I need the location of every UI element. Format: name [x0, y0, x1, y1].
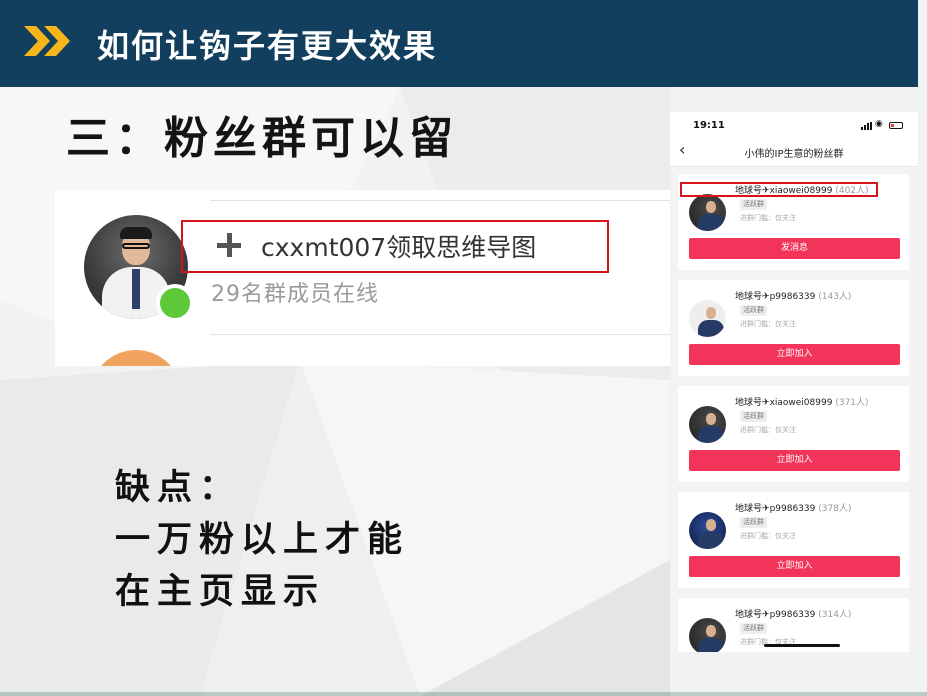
status-badge: 活跃群 — [740, 411, 767, 422]
online-members-text: 29名群成员在线 — [211, 282, 379, 307]
join-button[interactable]: 立即加入 — [689, 450, 900, 471]
status-badge: 活跃群 — [740, 623, 767, 634]
group-meta: 进群门槛：仅关注 — [740, 426, 796, 434]
avatar — [689, 406, 726, 443]
avatar[interactable] — [90, 350, 182, 366]
section-heading: 三：粉丝群可以留 — [66, 113, 458, 164]
avatar — [689, 194, 726, 231]
divider — [210, 200, 670, 201]
message-button[interactable]: 发消息 — [689, 238, 900, 259]
nav-bar: ‹ 小伟的IP生意的粉丝群 — [670, 138, 918, 167]
group-meta: 进群门槛：仅关注 — [740, 214, 796, 222]
avatar — [689, 300, 726, 337]
cons-label: 缺点： — [115, 467, 242, 508]
battery-icon — [889, 122, 903, 129]
divider — [0, 692, 927, 696]
group-meta: 进群门槛：仅关注 — [740, 320, 796, 328]
signal-icon — [861, 122, 873, 130]
join-button[interactable]: 立即加入 — [689, 344, 900, 365]
list-item[interactable]: 地球号✈xiaowei08999 (371人) 活跃群 进群门槛：仅关注 立即加… — [678, 386, 909, 482]
double-chevron-right-icon — [24, 26, 70, 56]
wifi-icon: ◉ — [875, 119, 883, 129]
group-name: 地球号✈xiaowei08999 (371人) — [735, 398, 869, 408]
status-bar: 19:11 ◉ — [670, 112, 918, 138]
highlight-box — [680, 182, 878, 197]
group-name: 地球号✈p9986339 (378人) — [735, 504, 852, 514]
join-button[interactable]: 立即加入 — [689, 556, 900, 577]
home-indicator — [764, 644, 840, 647]
avatar — [689, 512, 726, 549]
status-badge: 活跃群 — [740, 305, 767, 316]
join-group-text[interactable]: cxxmt007领取思维导图 — [261, 228, 536, 264]
avatar — [689, 618, 726, 652]
divider — [210, 334, 670, 335]
group-name: 地球号✈p9986339 (143人) — [735, 292, 852, 302]
status-time: 19:11 — [693, 120, 725, 131]
status-badge: 活跃群 — [740, 199, 767, 210]
header-bar: 如何让钩子有更大效果 — [0, 0, 918, 87]
nav-title: 小伟的IP生意的粉丝群 — [744, 149, 844, 160]
group-name: 地球号✈p9986339 (314人) — [735, 610, 852, 620]
cons-line: 在主页显示 — [115, 571, 326, 612]
group-meta: 进群门槛：仅关注 — [740, 532, 796, 540]
plus-icon[interactable] — [217, 233, 241, 257]
list-item[interactable]: 地球号✈p9986339 (378人) 活跃群 进群门槛：仅关注 立即加入 — [678, 492, 909, 588]
cons-line: 一万粉以上才能 — [115, 519, 410, 560]
slide-title: 如何让钩子有更大效果 — [97, 27, 438, 65]
fan-group-card: cxxmt007领取思维导图 29名群成员在线 — [55, 190, 670, 366]
status-badge: 活跃群 — [740, 517, 767, 528]
online-status-dot — [156, 284, 194, 322]
list-item[interactable]: 地球号✈p9986339 (143人) 活跃群 进群门槛：仅关注 立即加入 — [678, 280, 909, 376]
cons-text: 缺点： 一万粉以上才能 在主页显示 — [115, 462, 409, 618]
